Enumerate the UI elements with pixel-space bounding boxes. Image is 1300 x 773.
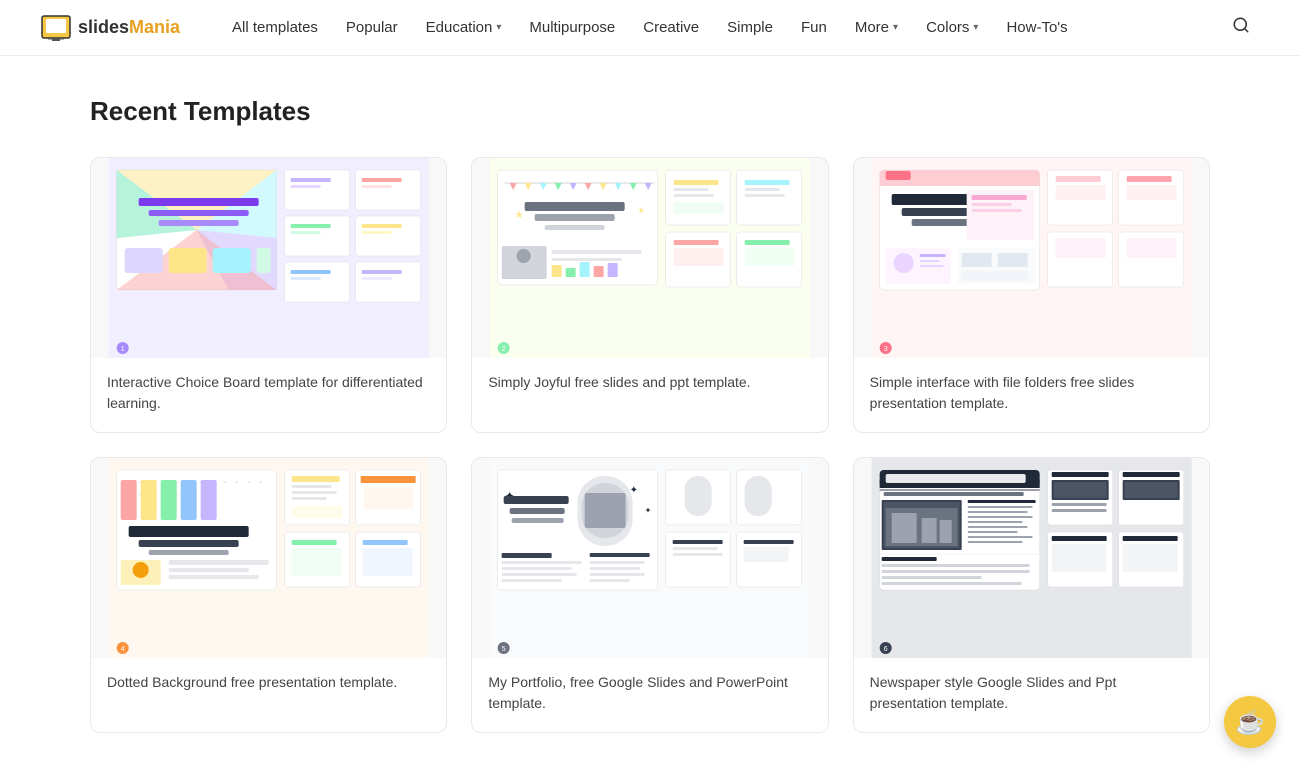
- site-header: slidesMania All templates Popular Educat…: [0, 0, 1300, 56]
- template-caption-portfolio: My Portfolio, free Google Slides and Pow…: [472, 658, 827, 732]
- svg-text:★: ★: [515, 210, 524, 221]
- nav-education[interactable]: Education ▾: [414, 13, 514, 42]
- coffee-icon: ☕: [1235, 708, 1265, 737]
- template-card-choice-board[interactable]: 1 Interactive Choice Board template for …: [90, 157, 447, 433]
- buy-coffee-button[interactable]: ☕: [1224, 696, 1276, 748]
- svg-text:★: ★: [638, 206, 645, 215]
- thumb-svg-folders: 3: [854, 158, 1209, 358]
- more-dropdown-arrow: ▾: [893, 22, 898, 33]
- logo-link[interactable]: slidesMania: [40, 14, 180, 42]
- nav-popular[interactable]: Popular: [334, 13, 410, 42]
- template-thumb-joyful: ★ ★: [472, 158, 827, 358]
- template-card-dotted[interactable]: 4 Dotted Background free presentation te…: [90, 457, 447, 733]
- template-caption-folders: Simple interface with file folders free …: [854, 358, 1209, 432]
- template-grid: 1 Interactive Choice Board template for …: [90, 157, 1210, 733]
- nav-how-tos[interactable]: How-To's: [994, 13, 1079, 42]
- template-card-folders[interactable]: 3 Simple interface with file folders fre…: [853, 157, 1210, 433]
- svg-text:6: 6: [883, 646, 887, 653]
- logo-icon: [40, 14, 72, 42]
- svg-text:✦: ✦: [630, 485, 638, 496]
- template-thumb-dotted: 4: [91, 458, 446, 658]
- thumb-svg-joyful: ★ ★: [472, 158, 827, 358]
- template-caption-dotted: Dotted Background free presentation temp…: [91, 658, 446, 711]
- template-thumb-portfolio: ✦ ✦ ✦: [472, 458, 827, 658]
- nav-more[interactable]: More ▾: [843, 13, 910, 42]
- thumb-svg-newspaper: 6: [854, 458, 1209, 658]
- template-caption-choice-board: Interactive Choice Board template for di…: [91, 358, 446, 432]
- education-dropdown-arrow: ▾: [496, 22, 501, 33]
- svg-text:✦: ✦: [645, 506, 652, 515]
- thumb-svg-dotted: 4: [91, 458, 446, 658]
- svg-text:1: 1: [121, 346, 125, 353]
- template-caption-joyful: Simply Joyful free slides and ppt templa…: [472, 358, 827, 411]
- svg-text:4: 4: [121, 646, 125, 653]
- svg-text:3: 3: [883, 346, 887, 353]
- thumb-svg-portfolio: ✦ ✦ ✦: [472, 458, 827, 658]
- main-nav: All templates Popular Education ▾ Multip…: [220, 13, 1222, 42]
- template-thumb-choice-board: 1: [91, 158, 446, 358]
- template-card-joyful[interactable]: ★ ★: [471, 157, 828, 433]
- main-content: Recent Templates: [50, 56, 1250, 773]
- search-icon: [1232, 16, 1250, 34]
- nav-multipurpose[interactable]: Multipurpose: [517, 13, 627, 42]
- template-thumb-newspaper: 6: [854, 458, 1209, 658]
- template-card-portfolio[interactable]: ✦ ✦ ✦: [471, 457, 828, 733]
- section-title: Recent Templates: [90, 96, 1210, 127]
- template-thumb-folders: 3: [854, 158, 1209, 358]
- nav-fun[interactable]: Fun: [789, 13, 839, 42]
- search-button[interactable]: [1222, 10, 1260, 45]
- template-caption-newspaper: Newspaper style Google Slides and Ppt pr…: [854, 658, 1209, 732]
- colors-dropdown-arrow: ▾: [973, 22, 978, 33]
- nav-right: [1222, 10, 1260, 45]
- thumb-svg-choice-board: 1: [91, 158, 446, 358]
- template-card-newspaper[interactable]: 6 Newspaper style Google Slides and Ppt …: [853, 457, 1210, 733]
- logo-text: slidesMania: [78, 17, 180, 38]
- nav-colors[interactable]: Colors ▾: [914, 13, 990, 42]
- nav-all-templates[interactable]: All templates: [220, 13, 330, 42]
- nav-creative[interactable]: Creative: [631, 13, 711, 42]
- svg-text:5: 5: [502, 646, 506, 653]
- nav-simple[interactable]: Simple: [715, 13, 785, 42]
- svg-text:2: 2: [502, 346, 506, 353]
